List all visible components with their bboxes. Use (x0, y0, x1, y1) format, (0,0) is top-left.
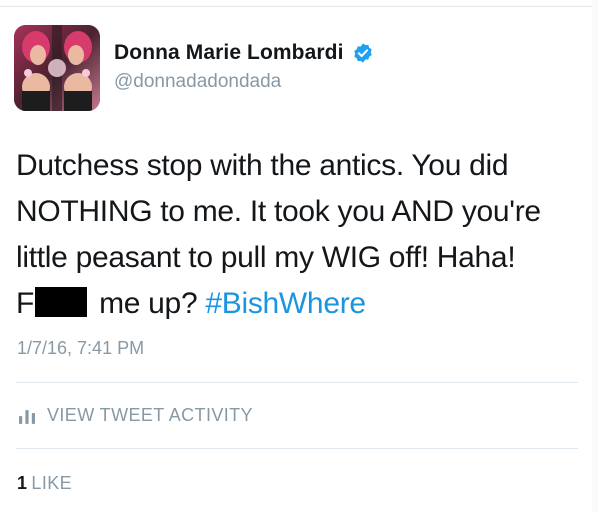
divider (16, 448, 578, 449)
tweet-text-last-line: F me up? #BishWhere (16, 281, 576, 327)
tweet-text-line: NOTHING to me. It took you AND you're (16, 195, 541, 228)
bar-chart-icon (17, 406, 37, 426)
right-edge (592, 0, 598, 512)
profile-photo-icon (14, 25, 100, 111)
view-tweet-activity-label: VIEW TWEET ACTIVITY (47, 405, 253, 425)
likes-number: 1 (17, 473, 28, 493)
likes-label: LIKE (31, 473, 73, 493)
likes-count[interactable]: 1 LIKE (17, 473, 72, 494)
author-name-row[interactable]: Donna Marie Lombardi (114, 41, 374, 65)
text-suffix: me up? (91, 287, 206, 320)
handle[interactable]: @donnadadondada (114, 71, 281, 93)
view-tweet-activity-button[interactable]: VIEW TWEET ACTIVITY (17, 405, 253, 426)
tweet-text-line: Dutchess stop with the antics. You did (16, 149, 509, 182)
display-name[interactable]: Donna Marie Lombardi (114, 41, 344, 65)
tweet-text: Dutchess stop with the antics. You did N… (16, 143, 576, 327)
tweet-card: Donna Marie Lombardi @donnadadondada Dut… (0, 0, 598, 512)
timestamp[interactable]: 1/7/16, 7:41 PM (17, 338, 144, 359)
avatar[interactable] (14, 25, 100, 111)
redaction-box (35, 287, 88, 317)
top-border (0, 6, 598, 7)
tweet-text-line: little peasant to pull my WIG off! Haha! (16, 241, 516, 274)
text-prefix: F (16, 287, 35, 320)
divider (16, 382, 578, 383)
hashtag-link[interactable]: #BishWhere (205, 287, 366, 320)
verified-badge-icon (352, 42, 374, 64)
